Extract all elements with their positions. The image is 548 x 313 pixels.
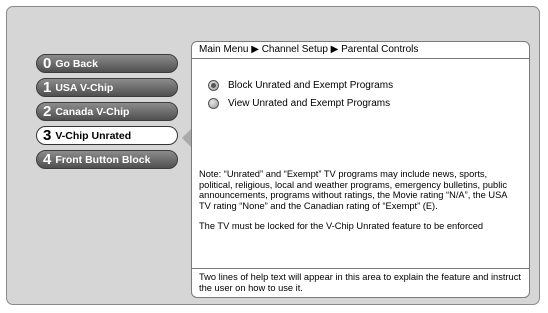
menu-number: 0	[43, 55, 52, 72]
menu-number: 3	[43, 127, 52, 144]
menu-label: USA V-Chip	[55, 81, 114, 94]
menu-label: V-Chip Unrated	[55, 129, 132, 142]
option-label: View Unrated and Exempt Programs	[228, 98, 391, 109]
breadcrumb: Main Menu ▶ Channel Setup ▶ Parental Con…	[192, 42, 529, 59]
radio-unselected-icon[interactable]	[208, 98, 219, 109]
menu-number: 4	[43, 151, 52, 168]
menu-button-v-chip-unrated[interactable]: 3 V-Chip Unrated	[36, 126, 178, 145]
note-paragraph: The TV must be locked for the V-Chip Unr…	[199, 221, 484, 232]
menu-button-canada-v-chip[interactable]: 2 Canada V-Chip	[36, 102, 178, 121]
selection-pointer-icon	[182, 129, 191, 147]
menu-button-go-back[interactable]: 0 Go Back	[36, 54, 178, 73]
content-panel: Main Menu ▶ Channel Setup ▶ Parental Con…	[191, 41, 530, 298]
menu-button-front-button-block[interactable]: 4 Front Button Block	[36, 150, 178, 169]
menu-label: Go Back	[55, 57, 98, 70]
menu-number: 1	[43, 79, 52, 96]
option-block-unrated[interactable]: Block Unrated and Exempt Programs	[208, 80, 393, 91]
menu-button-usa-v-chip[interactable]: 1 USA V-Chip	[36, 78, 178, 97]
note-paragraph: Note: “Unrated” and “Exempt” TV programs…	[199, 169, 507, 211]
tv-screen: 0 Go Back 1 USA V-Chip 2 Canada V-Chip 3…	[6, 6, 540, 305]
menu-number: 2	[43, 103, 52, 120]
help-text: Two lines of help text will appear in th…	[192, 268, 529, 297]
radio-selected-icon[interactable]	[208, 80, 219, 91]
option-view-unrated[interactable]: View Unrated and Exempt Programs	[208, 98, 390, 109]
menu-label: Canada V-Chip	[55, 105, 130, 118]
option-label: Block Unrated and Exempt Programs	[228, 80, 394, 91]
menu-label: Front Button Block	[55, 153, 151, 166]
side-menu: 0 Go Back 1 USA V-Chip 2 Canada V-Chip 3…	[36, 54, 178, 174]
note-text: Note: “Unrated” and “Exempt” TV programs…	[199, 169, 519, 242]
